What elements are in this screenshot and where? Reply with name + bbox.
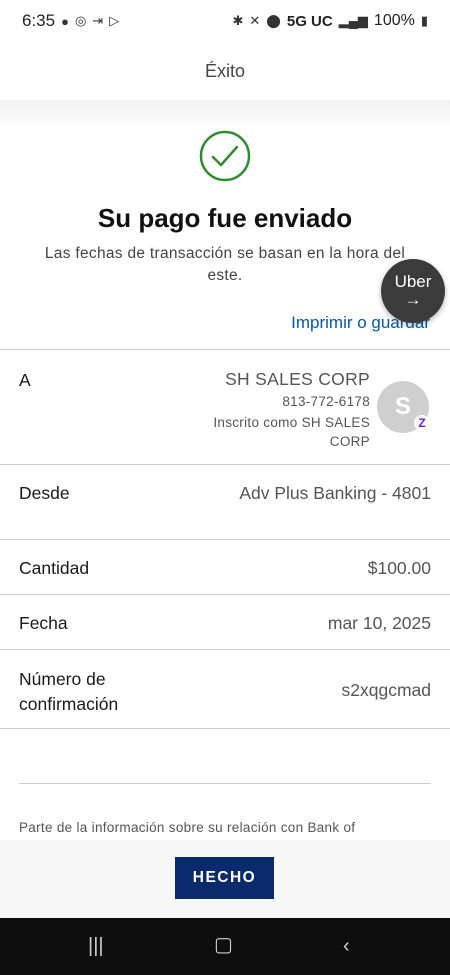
- zelle-badge-letter: Z: [418, 416, 426, 430]
- page-title: Éxito: [204, 60, 246, 81]
- play-icon: ▷: [109, 13, 120, 28]
- confirmation-label-line1: Número de: [19, 669, 106, 689]
- legal-note: Parte de la información sobre su relació…: [19, 820, 356, 835]
- from-label: Desde: [19, 483, 70, 503]
- amount-label: Cantidad: [19, 558, 90, 578]
- divider: [19, 783, 431, 784]
- divider: [0, 539, 450, 540]
- system-nav-bar: ||| ▢ ‹: [0, 918, 450, 975]
- page-header: Éxito: [0, 42, 450, 100]
- success-title: Su pago fue enviado: [97, 203, 353, 233]
- recipient-name: SH SALES CORP: [225, 369, 370, 389]
- home-icon[interactable]: ▢: [214, 932, 233, 957]
- battery-percent: 100%: [373, 12, 415, 29]
- date-label: Fecha: [19, 613, 68, 633]
- battery-icon: ▮: [420, 13, 428, 28]
- back-icon[interactable]: ‹: [343, 935, 350, 958]
- uber-bubble[interactable]: Uber →: [381, 259, 445, 323]
- confirmation-number: s2xqgcmad: [341, 680, 432, 700]
- divider: [0, 594, 450, 595]
- date-value: mar 10, 2025: [327, 613, 431, 633]
- divider: [0, 728, 450, 729]
- zelle-icon: Z: [414, 415, 430, 431]
- avatar-initial: S: [394, 393, 411, 420]
- recipient-phone: 813-772-6178: [282, 394, 370, 409]
- whatsapp-icon: ◎: [74, 13, 87, 28]
- status-bar: 6:35 ● ◎ ⇥ ▷ ✱ ✕ ⬤ 5G UC ▂▄▆ 100% ▮: [0, 0, 450, 42]
- done-button[interactable]: HECHO: [175, 857, 274, 899]
- recent-apps-icon[interactable]: |||: [88, 935, 104, 958]
- divider: [0, 649, 450, 650]
- divider: [0, 464, 450, 465]
- location-icon: ⬤: [266, 13, 281, 28]
- timezone-note: Las fechas de transacción se basan en la…: [44, 245, 406, 284]
- forward-icon: ⇥: [92, 13, 104, 28]
- recipient-info: SH SALES CORP 813-772-6178 Inscrito como…: [195, 368, 370, 451]
- confirmation-label-line2: confirmación: [19, 694, 119, 714]
- divider: [0, 349, 450, 350]
- signal-icon: ▂▄▆: [338, 13, 368, 28]
- chat-bubble-icon: ●: [61, 13, 69, 29]
- from-account: Adv Plus Banking - 4801: [239, 483, 431, 503]
- network-label: 5G UC: [286, 12, 333, 30]
- bluetooth-icon: ✱: [232, 13, 244, 28]
- status-time: 6:35: [22, 11, 56, 30]
- header-shadow: [0, 100, 450, 130]
- uber-label: Uber: [394, 272, 432, 291]
- confirmation-label: Número de confirmación: [19, 667, 118, 717]
- amount-value: $100.00: [367, 558, 431, 578]
- recipient-enrolled-as: Inscrito como SH SALES CORP: [213, 415, 370, 449]
- mute-icon: ✕: [249, 13, 261, 28]
- to-label: A: [19, 370, 31, 390]
- success-check-icon: [199, 130, 251, 182]
- arrow-right-icon: →: [404, 290, 422, 309]
